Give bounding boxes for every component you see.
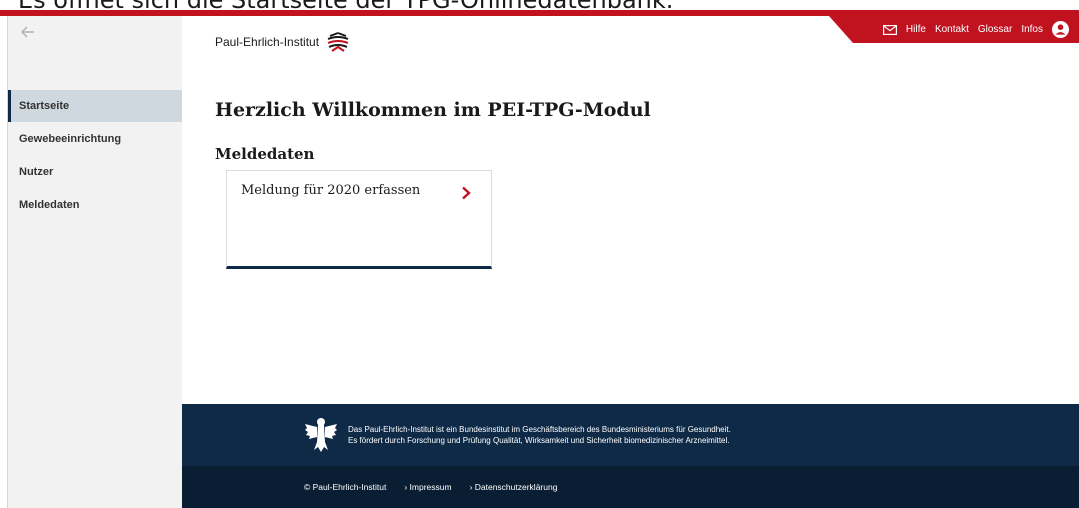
sidebar: Startseite Gewebeeinrichtung Nutzer Meld…	[7, 16, 183, 508]
federal-eagle-icon	[305, 418, 337, 452]
back-arrow-icon[interactable]	[20, 24, 36, 40]
footer-info: Das Paul-Ehrlich-Institut ist ein Bundes…	[182, 404, 1079, 466]
footer-line-2: Es fördert durch Forschung und Prüfung Q…	[348, 436, 730, 445]
sidebar-item-nutzer[interactable]: Nutzer	[8, 156, 183, 188]
topnav-hilfe-link[interactable]: Hilfe	[906, 24, 926, 35]
footer-links: © Paul-Ehrlich-Institut › Impressum › Da…	[182, 466, 1079, 508]
topnav-infos-link[interactable]: Infos	[1021, 24, 1043, 35]
report-card-button[interactable]: Meldung für 2020 erfassen	[226, 170, 492, 269]
top-navigation: Hilfe Kontakt Glossar Infos	[829, 16, 1079, 43]
logo-text: Paul-Ehrlich-Institut	[215, 35, 320, 49]
chevron-right-icon	[462, 186, 471, 200]
sidebar-item-startseite[interactable]: Startseite	[8, 90, 183, 122]
datenschutz-link[interactable]: › Datenschutzerklärung	[470, 482, 558, 492]
impressum-link[interactable]: › Impressum	[404, 482, 451, 492]
sidebar-nav: Startseite Gewebeeinrichtung Nutzer Meld…	[8, 90, 183, 221]
topnav-glossar-link[interactable]: Glossar	[978, 24, 1012, 35]
sidebar-item-meldedaten[interactable]: Meldedaten	[8, 189, 183, 221]
copyright-text: © Paul-Ehrlich-Institut	[304, 482, 387, 492]
footer-line-1: Das Paul-Ehrlich-Institut ist ein Bundes…	[348, 425, 731, 434]
card-label: Meldung für 2020 erfassen	[241, 183, 421, 198]
page-title: Herzlich Willkommen im PEI-TPG-Modul	[215, 99, 651, 121]
logo-mark-icon	[327, 32, 349, 52]
topnav-kontakt-link[interactable]: Kontakt	[935, 24, 969, 35]
sidebar-item-gewebeeinrichtung[interactable]: Gewebeeinrichtung	[8, 123, 183, 155]
logo[interactable]: Paul-Ehrlich-Institut	[215, 32, 350, 52]
user-account-icon[interactable]	[1052, 21, 1069, 38]
mail-icon[interactable]	[882, 24, 897, 35]
section-title: Meldedaten	[215, 145, 315, 163]
header: Paul-Ehrlich-Institut Hilfe Kontakt Glos…	[182, 16, 1079, 63]
footer-text: Das Paul-Ehrlich-Institut ist ein Bundes…	[348, 424, 731, 446]
main-content: Herzlich Willkommen im PEI-TPG-Modul Mel…	[182, 63, 1079, 404]
